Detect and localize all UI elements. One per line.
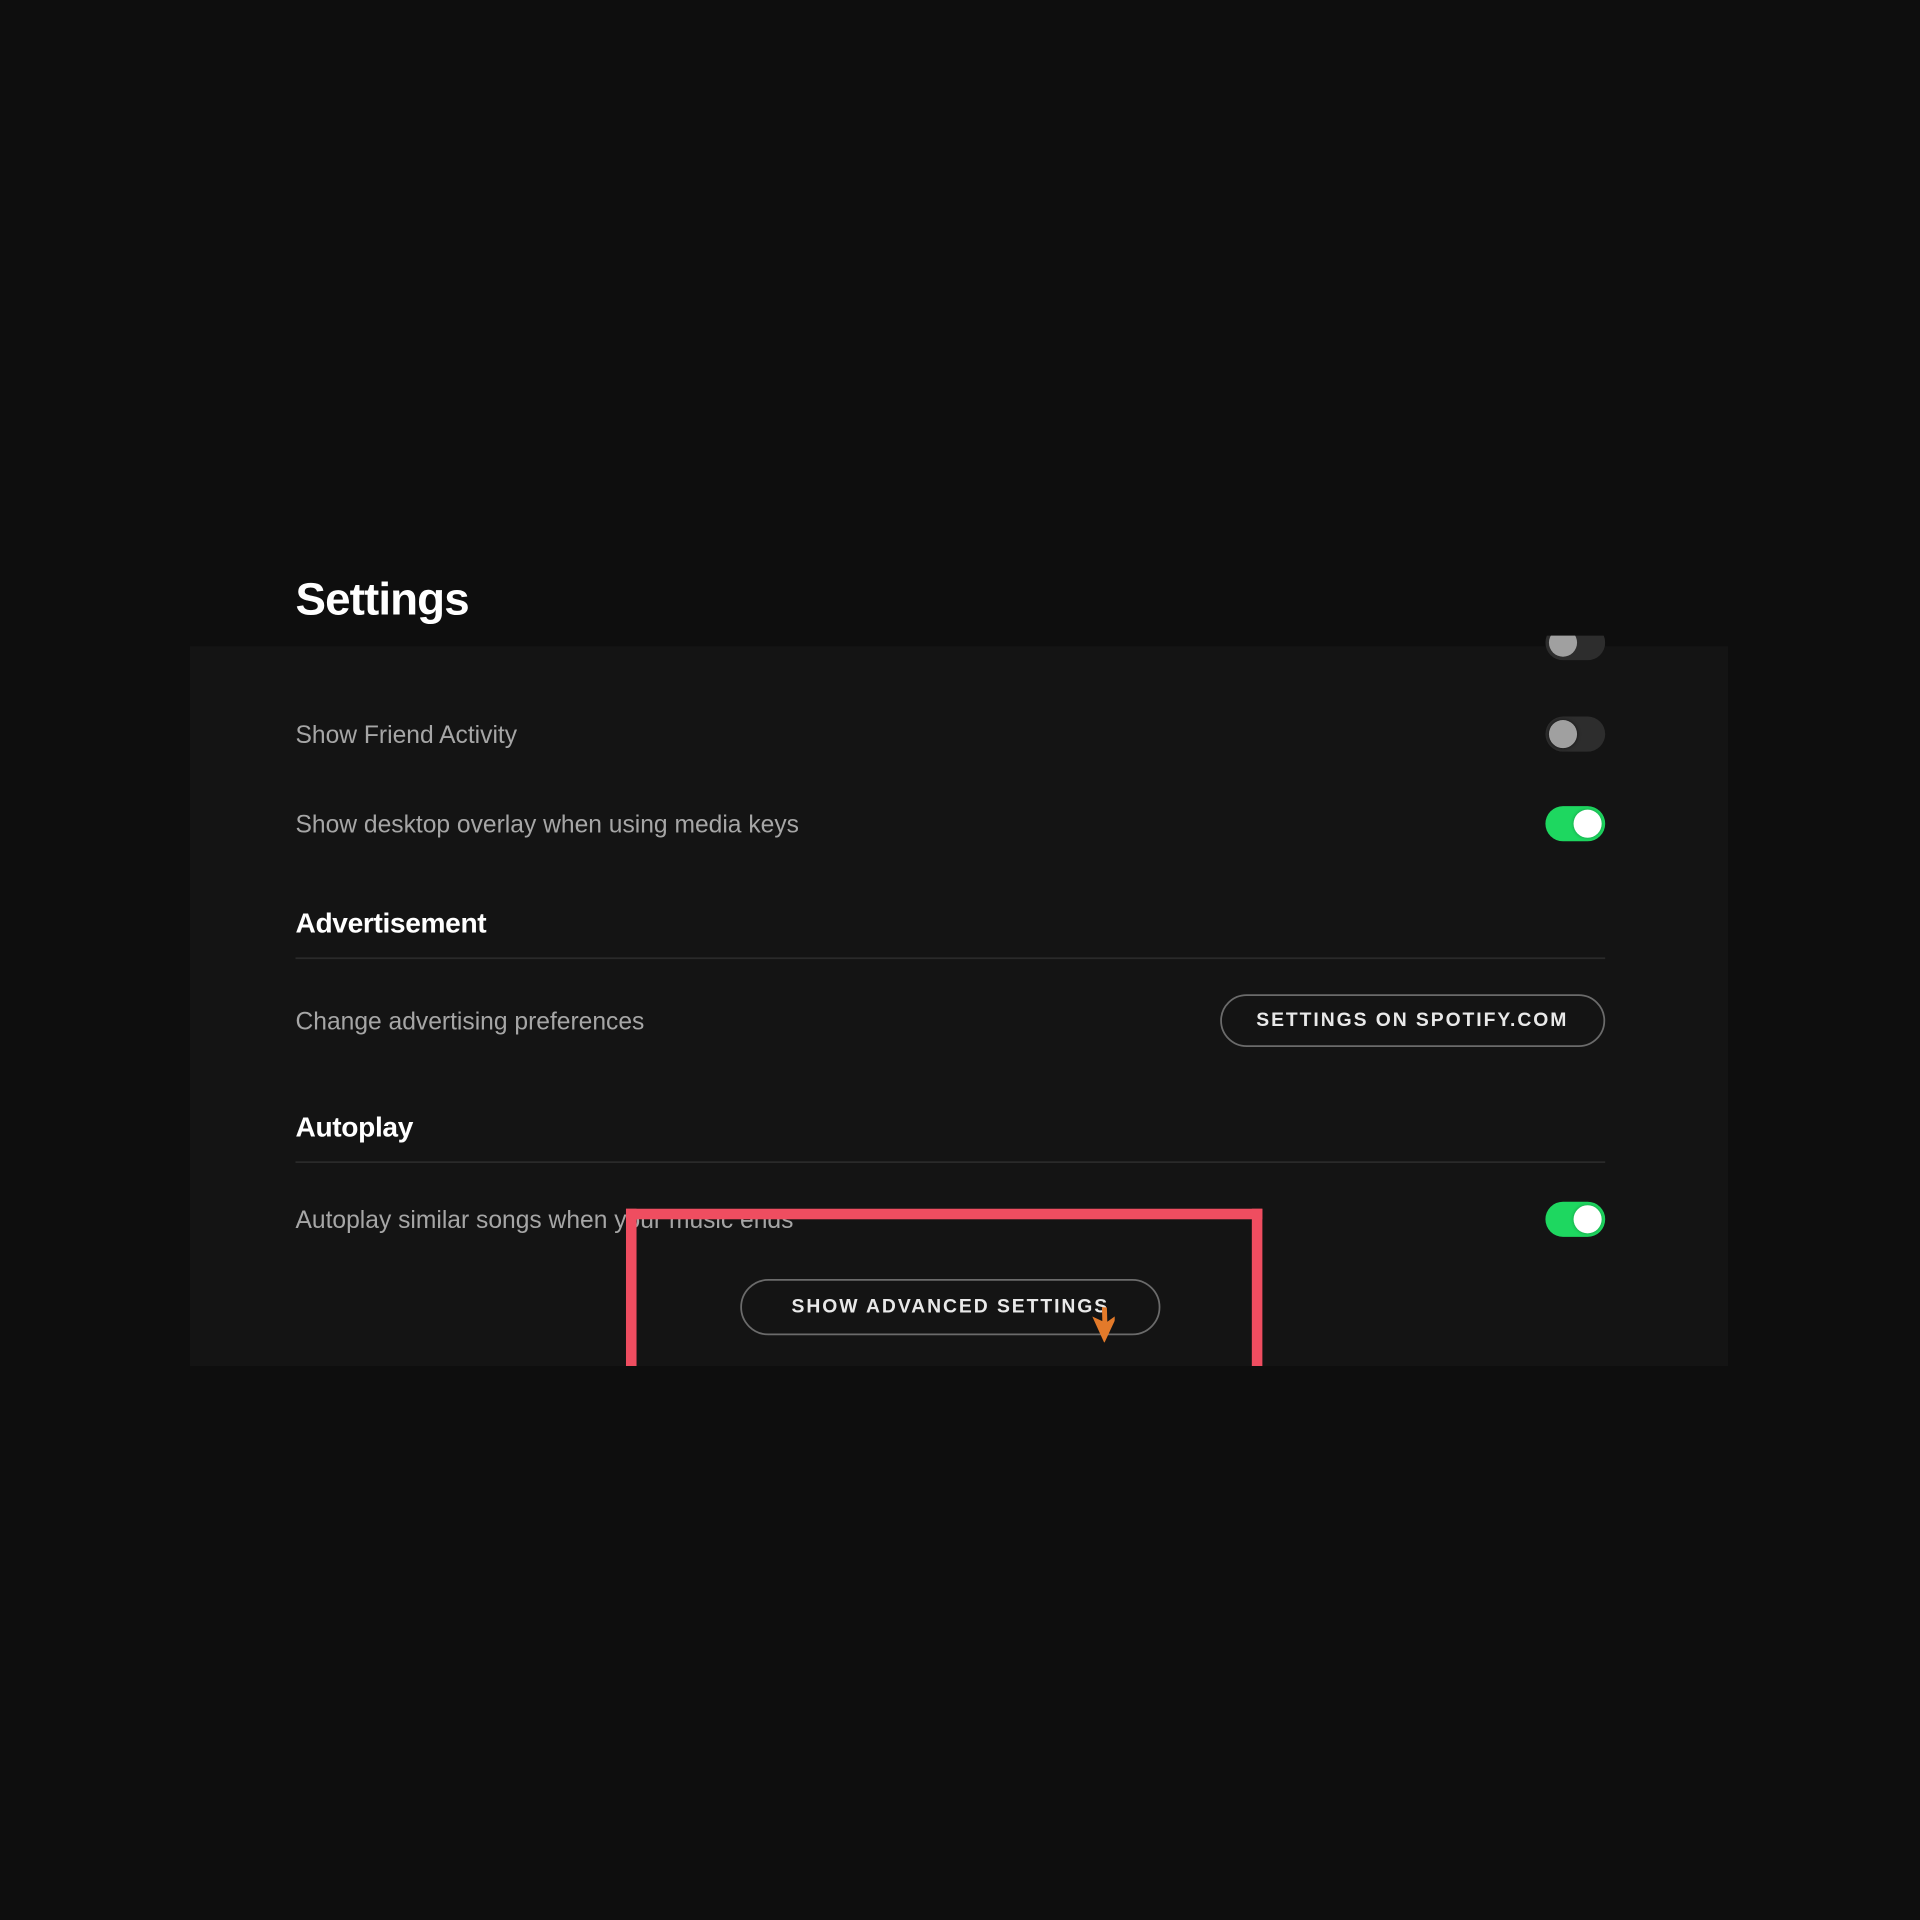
autoplay-toggle[interactable] [1545,1202,1605,1237]
advanced-settings-wrap: SHOW ADVANCED SETTINGS [295,1279,1605,1335]
desktop-overlay-label: Show desktop overlay when using media ke… [295,810,798,838]
row-advertising-preferences: Change advertising preferences SETTINGS … [295,994,1605,1047]
settings-panel: Settings Show Friend Activity Show deskt… [190,553,1728,1366]
divider-autoplay [295,1161,1605,1163]
cutoff-toggle-sliver [1545,636,1605,661]
autoplay-label: Autoplay similar songs when your music e… [295,1205,793,1233]
divider-advertisement [295,957,1605,959]
settings-on-spotify-button[interactable]: SETTINGS ON SPOTIFY.COM [1219,994,1605,1047]
advertisement-heading: Advertisement [295,910,1605,942]
settings-content: Show Friend Activity Show desktop overla… [295,646,1605,1366]
page-title: Settings [295,572,468,626]
row-autoplay: Autoplay similar songs when your music e… [295,1202,1605,1237]
cursor-arrow-icon [1083,1307,1115,1342]
desktop-overlay-toggle[interactable] [1545,806,1605,841]
advertising-preferences-label: Change advertising preferences [295,1007,644,1035]
title-bar: Settings [190,553,1728,646]
autoplay-heading: Autoplay [295,1114,1605,1146]
row-friend-activity: Show Friend Activity [295,716,1605,751]
friend-activity-label: Show Friend Activity [295,720,517,748]
row-desktop-overlay: Show desktop overlay when using media ke… [295,806,1605,841]
friend-activity-toggle[interactable] [1545,716,1605,751]
